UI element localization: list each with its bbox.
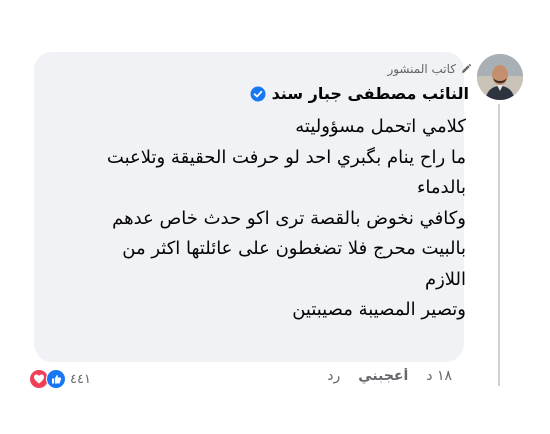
reply-thread-line	[498, 104, 500, 386]
comment-time[interactable]: ١٨ د	[426, 368, 452, 384]
verified-badge-icon	[250, 86, 266, 102]
comment-text: كلامي اتحمل مسؤوليته ما راح ينام بگبري ا…	[90, 112, 466, 326]
comment-line: كلامي اتحمل مسؤوليته	[295, 116, 466, 137]
comment-line: وتصير المصيبة مصيبتين	[292, 299, 466, 320]
comment-actions: ١٨ د أعجبني رد	[327, 368, 452, 386]
like-reaction-icon	[46, 369, 66, 389]
reactions-summary[interactable]: ٤٤١	[30, 369, 91, 389]
like-button[interactable]: أعجبني	[358, 368, 408, 384]
reply-button[interactable]: رد	[327, 368, 340, 384]
author-name[interactable]: النائب مصطفى جبار سند	[272, 84, 469, 103]
avatar[interactable]	[477, 54, 523, 100]
comment-line: بالدماء	[416, 177, 466, 198]
comment-line: وكافي نخوض بالقصة ترى اكو حدث خاص عدهم	[112, 207, 466, 229]
author-badge-label: كاتب المنشور	[387, 62, 456, 76]
comment-line: ما راح ينام بگبري احد لو حرفت الحقيقة وت…	[106, 146, 466, 168]
comment-line: اللازم	[424, 268, 466, 290]
comment-author: النائب مصطفى جبار سند	[250, 84, 469, 103]
pen-icon	[460, 63, 472, 75]
comment-line: بالبيت محرج فلا تضغطون على عائلتها اكثر …	[122, 238, 466, 259]
reaction-count: ٤٤١	[70, 371, 91, 387]
author-badge: كاتب المنشور	[387, 62, 472, 76]
